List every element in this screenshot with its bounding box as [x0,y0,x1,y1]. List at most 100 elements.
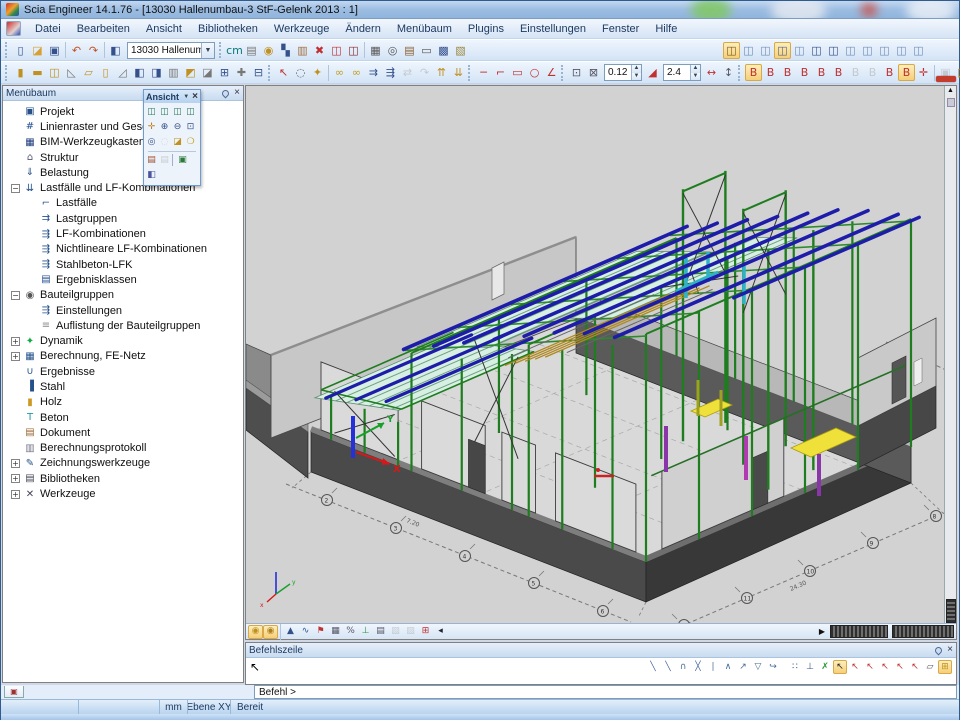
pair-select2-icon[interactable]: ∞ [348,64,365,81]
view-front-icon[interactable]: ◫ [145,105,158,120]
doc-view-icon[interactable]: ▤ [373,625,388,639]
toolbar-grip[interactable] [468,65,472,81]
cursor-snap-icon[interactable]: ↖ [833,660,847,674]
cursor-intersection-icon[interactable]: ↖ [863,660,877,674]
toolbar-grip[interactable] [219,42,223,58]
axonometry-icon[interactable]: ✛ [145,120,158,135]
window-splitter-vertical[interactable] [946,599,956,623]
scale-tool-icon[interactable]: ◢ [644,64,661,81]
tree-item-lastf-lle-und-lf-kombinationen[interactable]: −⇊Lastfälle und LF-Kombinationen [3,180,243,195]
close-icon[interactable]: × [234,88,240,98]
tree-item-belastung[interactable]: ⇓Belastung [3,165,243,180]
menu-item-hilfe[interactable]: Hilfe [647,21,685,37]
tree-item-dynamik[interactable]: +✦Dynamik [3,333,243,348]
beam-tool-icon[interactable]: ▬ [29,64,46,81]
pin-icon[interactable] [934,645,944,655]
zoom-window-icon[interactable]: ⊡ [184,120,197,135]
flag-icon[interactable]: ⚑ [313,625,328,639]
window-layout-8-icon[interactable]: ◫ [842,42,859,59]
tree-item-beton[interactable]: TBeton [3,410,243,425]
copy-multi-icon[interactable]: ⇶ [382,64,399,81]
window-layout-12-icon[interactable]: ◫ [910,42,927,59]
screen-icon[interactable]: ▭ [418,42,435,59]
view-person-icon[interactable]: ▲ [283,625,298,639]
undo-icon[interactable]: ↶ [68,42,85,59]
project-combobox[interactable]: 13030 Hallenumbau ▼ [127,42,215,59]
menu-item-ansicht[interactable]: Ansicht [138,21,190,37]
tree-item-berechnungsprotokoll[interactable]: ▥Berechnungsprotokoll [3,441,243,456]
snap-peak-icon[interactable]: ∧ [721,660,735,674]
delete-icon[interactable]: ✖ [311,42,328,59]
layer-tab-button[interactable]: ▣ [4,686,24,698]
ortho-icon[interactable]: ⊥ [803,660,817,674]
layers-icon[interactable]: ▤ [243,42,260,59]
zoom-out-icon[interactable]: ⊖ [171,120,184,135]
select-cursor-icon[interactable]: ↖ [275,64,292,81]
command-input[interactable]: Befehl > [254,685,957,699]
snap-mid-icon[interactable]: ✗ [818,660,832,674]
tree-item-bibliotheken[interactable]: +▤Bibliotheken [3,471,243,486]
units-icon[interactable]: cm [226,42,243,59]
menu-item-fenster[interactable]: Fenster [594,21,647,37]
paste-icon[interactable]: ⊡ [568,64,585,81]
redo-icon[interactable]: ↷ [85,42,102,59]
window-layout-4-icon[interactable]: ◫ [774,42,791,59]
cursor-midpoint-icon[interactable]: ↖ [878,660,892,674]
light-icon[interactable]: ❍ [184,135,197,150]
tree-item-lastf-lle[interactable]: ⌐Lastfälle [3,196,243,211]
zoom-in-icon[interactable]: ⊕ [158,120,171,135]
collapse-icon[interactable]: − [11,291,20,300]
load-panel-icon[interactable]: ◩ [182,64,199,81]
app-menu-icon[interactable] [6,21,21,36]
tree-item-struktur[interactable]: ⌂Struktur [3,150,243,165]
column-tool-icon[interactable]: ▮ [12,64,29,81]
rib-icon[interactable]: ▥ [165,64,182,81]
doc-image-icon[interactable]: ▧ [452,42,469,59]
window-layout-9-icon[interactable]: ◫ [859,42,876,59]
window-layout-1-icon[interactable]: ◫ [723,42,740,59]
tree-item-stahlbeton-lfk[interactable]: ⇶Stahlbeton-LFK [3,257,243,272]
view-top-icon[interactable]: ◫ [171,105,184,120]
window-layout-6-icon[interactable]: ◫ [808,42,825,59]
subregion-icon[interactable]: ◨ [148,64,165,81]
percent-icon[interactable]: % [343,625,358,639]
plate-icon[interactable]: ▱ [80,64,97,81]
scroll-right-icon[interactable]: ▶ [816,627,828,636]
zoom-all-icon[interactable]: ◎ [145,135,158,150]
open-project-icon[interactable]: ◪ [29,42,46,59]
viewer-icon[interactable]: ◫ [345,42,362,59]
tree-item-stahl[interactable]: ▐Stahl [3,379,243,394]
window-splitter-handle[interactable] [830,625,888,638]
cladding-icon[interactable]: ◪ [199,64,216,81]
print-icon[interactable]: ▦ [367,42,384,59]
tree-item-lastgruppen[interactable]: ⇉Lastgruppen [3,211,243,226]
menu-item-werkzeuge[interactable]: Werkzeuge [266,21,337,37]
menu-item-bibliotheken[interactable]: Bibliotheken [190,21,266,37]
view-window-icon[interactable]: ▣ [176,153,189,168]
tree-item-berechnung-fe-netz[interactable]: +▦Berechnung, FE-Netz [3,349,243,364]
view-side-icon[interactable]: ◫ [158,105,171,120]
tree-item-ergebnisklassen[interactable]: ▤Ergebnisklassen [3,272,243,287]
scroll-up-icon[interactable]: ▲ [947,86,954,96]
snap-curve-icon[interactable]: ↪ [766,660,780,674]
tree-item-einstellungen[interactable]: ⇶Einstellungen [3,303,243,318]
tree-item-zeichnungswerkzeuge[interactable]: +✎Zeichnungswerkzeuge [3,456,243,471]
vertical-scrollbar[interactable]: ▲ [944,86,956,623]
show-dimensions-icon[interactable]: B [898,64,915,81]
tree-item-bauteilgruppen[interactable]: −◉Bauteilgruppen [3,288,243,303]
cursor-ortho-icon[interactable]: ↖ [893,660,907,674]
menu-item-ndern[interactable]: Ändern [337,21,388,37]
spinner-arrows[interactable]: ▲▼ [631,65,641,80]
line-tool-icon[interactable]: ─ [475,64,492,81]
snap-line2-icon[interactable]: ╲ [661,660,675,674]
save-icon[interactable]: ▣ [46,42,63,59]
opening-icon[interactable]: ◧ [131,64,148,81]
duplicate-icon[interactable]: ⊠ [585,64,602,81]
show-labels-icon[interactable]: B [796,64,813,81]
tree-item-holz[interactable]: ▮Holz [3,395,243,410]
menu-item-datei[interactable]: Datei [27,21,69,37]
tree-item-linienraster-und-geschosse[interactable]: #Linienraster und Geschosse [3,119,243,134]
rect-tool-icon[interactable]: ▭ [509,64,526,81]
menu-item-plugins[interactable]: Plugins [460,21,512,37]
grid-tool-icon[interactable]: ⊞ [216,64,233,81]
